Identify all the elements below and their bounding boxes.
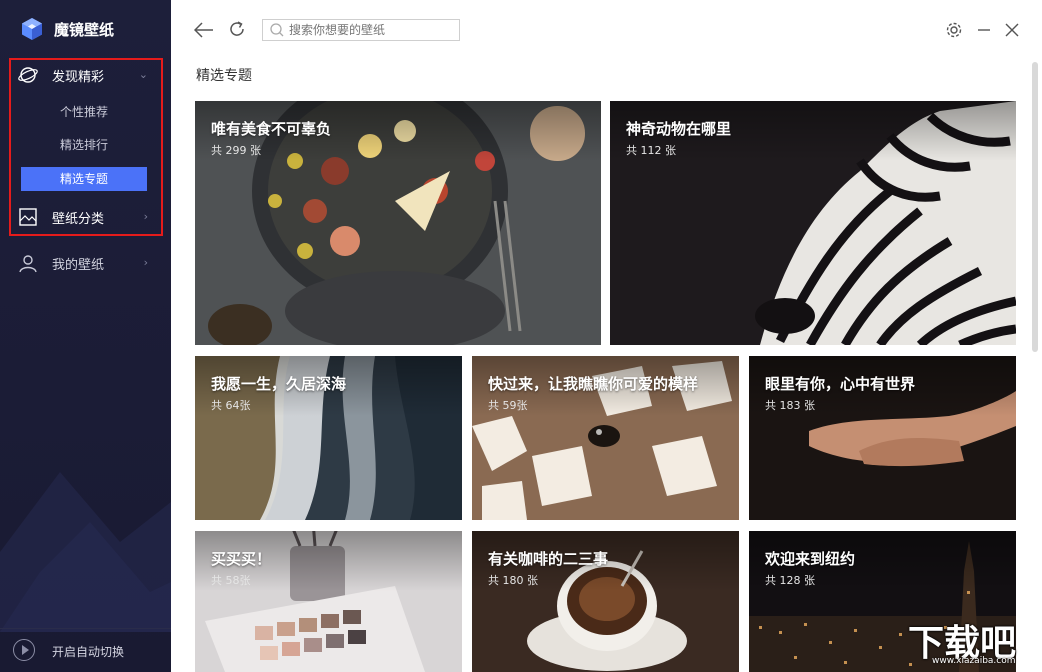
- card-title: 欢迎来到纽约: [765, 550, 856, 568]
- card-count: 共 128 张: [765, 574, 815, 587]
- topic-card[interactable]: 快过来，让我瞧瞧你可爱的模样 共 59张: [472, 356, 739, 520]
- nav-category[interactable]: 壁纸分类 ›: [18, 207, 148, 227]
- topic-card[interactable]: 眼里有你，心中有世界 共 183 张: [749, 356, 1016, 520]
- search-box[interactable]: [262, 19, 460, 41]
- nav-item-personal-recommend[interactable]: 个性推荐: [21, 100, 147, 124]
- card-title: 神奇动物在哪里: [626, 120, 732, 138]
- card-count: 共 183 张: [765, 399, 815, 412]
- card-title: 买买买！: [211, 550, 272, 568]
- card-title: 快过来，让我瞧瞧你可爱的模样: [488, 375, 699, 393]
- auto-switch-label: 开启自动切换: [52, 645, 125, 659]
- nav-discover-label: 发现精彩: [52, 69, 105, 85]
- chevron-down-icon: ⌄: [138, 68, 148, 81]
- search-input[interactable]: [285, 23, 449, 37]
- minimize-icon[interactable]: [976, 22, 992, 38]
- back-arrow-icon[interactable]: [194, 21, 214, 39]
- topic-card[interactable]: 买买买！ 共 58张: [195, 531, 462, 672]
- card-count: 共 58张: [211, 574, 251, 587]
- topic-card[interactable]: 有关咖啡的二三事 共 180 张: [472, 531, 739, 672]
- discover-icon: [18, 67, 38, 83]
- topic-card[interactable]: 唯有美食不可辜负 共 299 张: [195, 101, 601, 345]
- card-title: 唯有美食不可辜负: [211, 120, 332, 138]
- settings-icon[interactable]: [945, 21, 963, 39]
- search-icon: [270, 23, 284, 37]
- sidebar-mountain-decoration: [0, 472, 171, 632]
- user-icon: [19, 255, 37, 273]
- nav-my-wallpapers-label: 我的壁纸: [52, 257, 105, 273]
- card-count: 共 59张: [488, 399, 528, 412]
- sidebar: 魔镜壁纸 发现精彩 ⌄ 个性推荐 精选排行 精选专题 壁纸分类 › 我的壁纸 ›…: [0, 0, 171, 672]
- auto-switch-toggle[interactable]: 开启自动切换: [0, 628, 171, 672]
- card-count: 共 112 张: [626, 144, 676, 157]
- nav-item-ranking[interactable]: 精选排行: [21, 133, 147, 157]
- card-title: 我愿一生，久居深海: [211, 375, 347, 393]
- nav-category-label: 壁纸分类: [52, 211, 105, 227]
- scrollbar[interactable]: [1032, 62, 1038, 352]
- nav-item-featured-topics[interactable]: 精选专题: [21, 167, 147, 191]
- play-icon: [13, 639, 35, 661]
- nav-discover[interactable]: 发现精彩 ⌄: [18, 65, 148, 85]
- chevron-right-icon: ›: [143, 256, 148, 269]
- category-icon: [19, 208, 37, 226]
- nav-my-wallpapers[interactable]: 我的壁纸 ›: [18, 253, 148, 273]
- card-count: 共 299 张: [211, 144, 261, 157]
- brand: 魔镜壁纸: [20, 17, 114, 41]
- card-count: 共 180 张: [488, 574, 538, 587]
- watermark: 下载吧 www.xiazaiba.com: [902, 612, 1042, 672]
- app-title: 魔镜壁纸: [54, 20, 115, 39]
- topic-card[interactable]: 我愿一生，久居深海 共 64张: [195, 356, 462, 520]
- refresh-icon[interactable]: [228, 20, 246, 38]
- card-count: 共 64张: [211, 399, 251, 412]
- topic-card[interactable]: 神奇动物在哪里 共 112 张: [610, 101, 1016, 345]
- chevron-right-icon: ›: [143, 210, 148, 223]
- watermark-url: www.xiazaiba.com: [932, 656, 1016, 666]
- close-icon[interactable]: [1004, 22, 1020, 38]
- card-title: 眼里有你，心中有世界: [765, 375, 916, 393]
- logo-icon: [22, 18, 42, 40]
- card-title: 有关咖啡的二三事: [488, 550, 609, 568]
- section-title: 精选专题: [196, 68, 252, 84]
